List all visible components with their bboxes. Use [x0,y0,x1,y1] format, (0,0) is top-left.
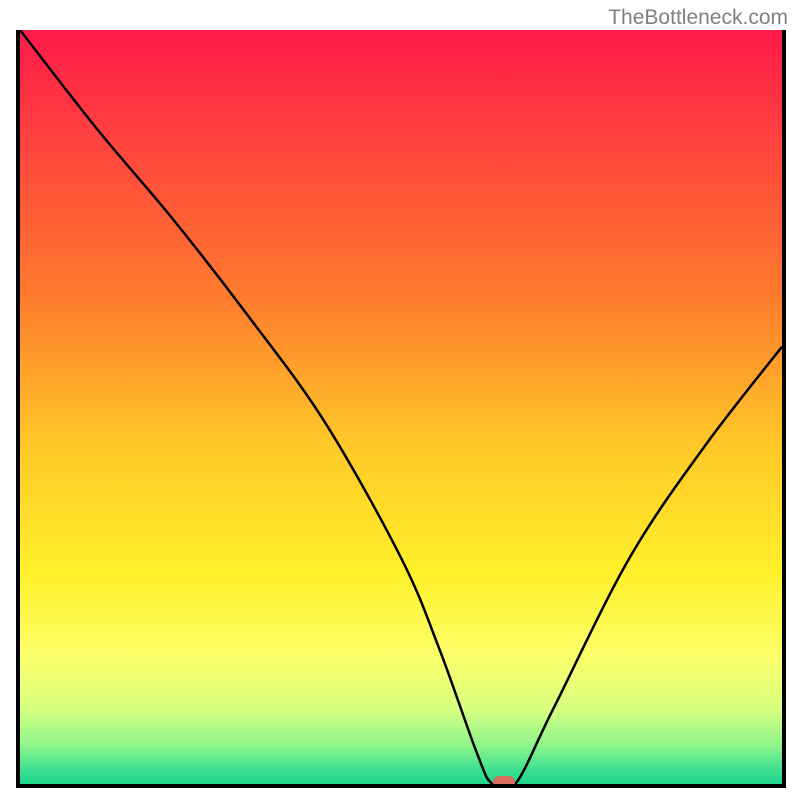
chart-container: TheBottleneck.com [0,0,800,800]
optimal-marker [493,776,515,788]
plot-area [16,30,786,788]
watermark-text: TheBottleneck.com [608,6,788,30]
bottleneck-curve [20,30,782,784]
